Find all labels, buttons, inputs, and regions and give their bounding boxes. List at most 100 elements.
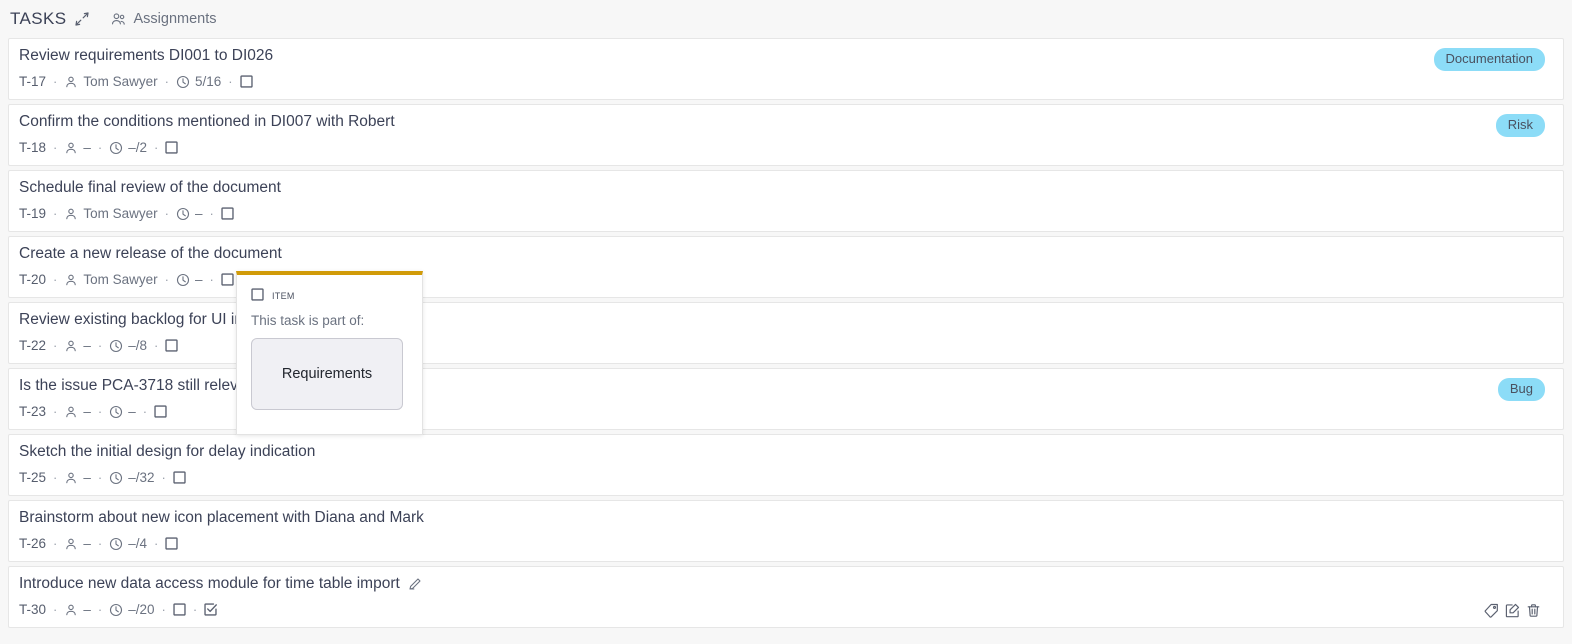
task-assignee[interactable]: –	[64, 536, 91, 551]
task-time-label: –/20	[128, 602, 155, 617]
task-card[interactable]: Review requirements DI001 to DI026 T-17 · T…	[8, 38, 1564, 100]
meta-separator: ·	[97, 602, 103, 617]
task-part-of-popup: Item This task is part of: Requirements	[236, 271, 423, 435]
task-time[interactable]: 5/16	[176, 74, 221, 89]
task-title[interactable]: Create a new release of the document	[19, 245, 282, 263]
task-assignee-label: –	[83, 470, 91, 485]
task-assignee-label: –	[83, 404, 91, 419]
task-title[interactable]: Schedule final review of the document	[19, 179, 281, 197]
task-title[interactable]: Brainstorm about new icon placement with…	[19, 509, 424, 527]
people-icon	[110, 11, 127, 28]
clock-icon	[109, 537, 123, 551]
task-assignee[interactable]: –	[64, 602, 91, 617]
task-meta: T-30 · – · –/20 · ·	[19, 602, 1551, 617]
task-id: T-19	[19, 206, 47, 221]
task-title[interactable]: Is the issue PCA-3718 still releva	[19, 377, 246, 395]
task-time[interactable]: –	[176, 272, 203, 287]
task-checked-box-icon[interactable]	[204, 603, 218, 616]
task-time[interactable]: –	[176, 206, 203, 221]
task-checkbox-icon[interactable]	[173, 471, 186, 484]
meta-separator: ·	[53, 338, 58, 353]
task-meta: T-17 · Tom Sawyer · 5/16 ·	[19, 74, 1551, 89]
task-checkbox-icon[interactable]	[165, 141, 178, 154]
meta-separator: ·	[53, 206, 58, 221]
task-time[interactable]: –/4	[109, 536, 147, 551]
task-checkbox-icon[interactable]	[173, 603, 186, 616]
task-assignee[interactable]: –	[64, 140, 91, 155]
task-checkbox-icon[interactable]	[154, 405, 167, 418]
task-id: T-25	[19, 470, 47, 485]
task-title-row: Create a new release of the document	[19, 245, 1551, 263]
task-id: T-22	[19, 338, 47, 353]
task-title[interactable]: Confirm the conditions mentioned in DI00…	[19, 113, 395, 131]
task-card[interactable]: Confirm the conditions mentioned in DI00…	[8, 104, 1564, 166]
task-assignee-label: Tom Sawyer	[83, 206, 158, 221]
task-checkbox-icon[interactable]	[221, 207, 234, 220]
task-title[interactable]: Review requirements DI001 to DI026	[19, 47, 273, 65]
edit-icon[interactable]	[1505, 603, 1520, 618]
task-assignee[interactable]: –	[64, 404, 91, 419]
person-icon	[64, 207, 78, 221]
task-card[interactable]: Introduce new data access module for tim…	[8, 566, 1564, 628]
assignments-label: Assignments	[133, 11, 217, 27]
task-checkbox-icon[interactable]	[165, 537, 178, 550]
popup-item-label: Item	[272, 287, 295, 302]
task-card[interactable]: Schedule final review of the document T-1…	[8, 170, 1564, 232]
task-checkbox-icon[interactable]	[239, 75, 253, 88]
task-assignee[interactable]: –	[64, 338, 91, 353]
tasks-header: TASKS Assignments	[0, 0, 1572, 38]
task-title-row: Brainstorm about new icon placement with…	[19, 509, 1551, 527]
task-title[interactable]: Sketch the initial design for delay indi…	[19, 443, 315, 461]
task-meta: T-25 · – · –/32 ·	[19, 470, 1551, 485]
task-title[interactable]: Introduce new data access module for tim…	[19, 575, 400, 593]
collapse-arrows-icon[interactable]	[74, 11, 90, 27]
task-assignee[interactable]: Tom Sawyer	[64, 206, 158, 221]
task-checkbox-icon[interactable]	[165, 339, 178, 352]
meta-separator: ·	[53, 470, 58, 485]
task-meta: T-26 · – · –/4 ·	[19, 536, 1551, 551]
task-card[interactable]: Sketch the initial design for delay indi…	[8, 434, 1564, 496]
task-time[interactable]: –/20	[109, 602, 155, 617]
meta-separator: ·	[53, 74, 58, 89]
meta-separator: ·	[97, 536, 103, 551]
status-badge[interactable]: Bug	[1497, 378, 1545, 401]
clock-icon	[109, 339, 123, 353]
person-icon	[64, 75, 78, 89]
meta-separator: ·	[154, 536, 159, 551]
task-id: T-18	[19, 140, 47, 155]
task-time[interactable]: –/32	[109, 470, 155, 485]
task-meta: T-19 · Tom Sawyer · – ·	[19, 206, 1551, 221]
meta-separator: ·	[228, 74, 233, 89]
task-assignee[interactable]: Tom Sawyer	[64, 74, 158, 89]
task-time[interactable]: –/8	[109, 338, 147, 353]
meta-separator: ·	[53, 404, 58, 419]
person-icon	[64, 471, 78, 485]
task-time-label: –/8	[128, 338, 147, 353]
tag-icon[interactable]	[1484, 603, 1499, 618]
task-title-row: Review requirements DI001 to DI026	[19, 47, 1551, 65]
task-assignee[interactable]: –	[64, 470, 91, 485]
task-assignee-label: Tom Sawyer	[83, 272, 158, 287]
task-assignee[interactable]: Tom Sawyer	[64, 272, 158, 287]
status-badge[interactable]: Risk	[1495, 114, 1545, 137]
clock-icon	[109, 471, 123, 485]
task-checkbox-icon[interactable]	[221, 273, 234, 286]
assignments-button[interactable]: Assignments	[110, 11, 217, 28]
task-assignee-label: –	[83, 536, 91, 551]
popup-parent-chip[interactable]: Requirements	[251, 338, 403, 410]
meta-separator: ·	[97, 338, 103, 353]
task-card[interactable]: Brainstorm about new icon placement with…	[8, 500, 1564, 562]
task-id: T-26	[19, 536, 47, 551]
person-icon	[64, 141, 78, 155]
task-title-row: Introduce new data access module for tim…	[19, 575, 1551, 593]
clock-icon	[176, 207, 190, 221]
task-time[interactable]: –	[109, 404, 136, 419]
checkbox-icon[interactable]	[251, 288, 264, 301]
trash-icon[interactable]	[1526, 603, 1541, 618]
title-edit-pencil-icon[interactable]	[408, 577, 422, 591]
task-time[interactable]: –/2	[109, 140, 147, 155]
status-badge[interactable]: Documentation	[1433, 48, 1545, 71]
meta-separator: ·	[53, 140, 58, 155]
task-id: T-30	[19, 602, 47, 617]
meta-separator: ·	[97, 404, 103, 419]
